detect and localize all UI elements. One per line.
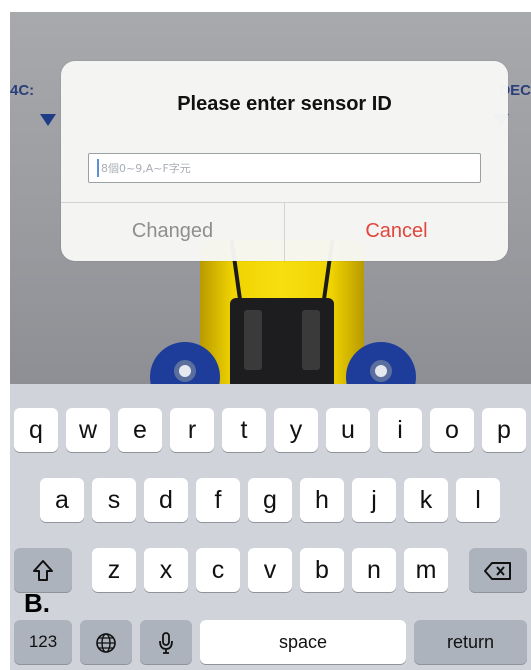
key-k[interactable]: k [404,478,448,522]
key-l[interactable]: l [456,478,500,522]
dialog-title: Please enter sensor ID [177,93,392,115]
key-j[interactable]: j [352,478,396,522]
key-u[interactable]: u [326,408,370,452]
key-g[interactable]: g [248,478,292,522]
key-b[interactable]: b [300,548,344,592]
cancel-button[interactable]: Cancel [285,202,508,261]
key-o[interactable]: o [430,408,474,452]
wheel-hub-icon [174,360,196,382]
backspace-icon [484,561,511,580]
space-key[interactable]: space [200,620,406,664]
key-e[interactable]: e [118,408,162,452]
return-key[interactable]: return [414,620,527,664]
car-cabin [230,298,334,390]
left-arrow-icon [40,114,56,126]
key-a[interactable]: a [40,478,84,522]
key-w[interactable]: w [66,408,110,452]
car-seat [302,310,320,370]
backspace-key[interactable] [469,548,527,592]
microphone-icon [159,631,173,654]
key-d[interactable]: d [144,478,188,522]
key-i[interactable]: i [378,408,422,452]
key-z[interactable]: z [92,548,136,592]
numbers-key[interactable]: 123 [14,620,72,664]
left-sensor-label: 4C: [10,82,35,99]
sensor-id-input[interactable] [88,153,481,183]
changed-button[interactable]: Changed [61,202,284,261]
sensor-id-dialog: Please enter sensor ID Changed Cancel [61,61,508,261]
key-c[interactable]: c [196,548,240,592]
onscreen-keyboard: q w e r t y u i o p a s d f g h j k l z … [10,384,531,670]
car-body [200,240,364,390]
key-y[interactable]: y [274,408,318,452]
key-s[interactable]: s [92,478,136,522]
screen: 4C: DEC Please enter sensor ID Changed C… [10,12,531,670]
figure-annotation-label: B. [24,588,50,618]
dictation-key[interactable] [140,620,192,664]
key-h[interactable]: h [300,478,344,522]
globe-key[interactable] [80,620,132,664]
key-m[interactable]: m [404,548,448,592]
key-n[interactable]: n [352,548,396,592]
key-t[interactable]: t [222,408,266,452]
key-r[interactable]: r [170,408,214,452]
key-x[interactable]: x [144,548,188,592]
car-illustration [150,240,416,412]
key-v[interactable]: v [248,548,292,592]
wheel-hub-icon [370,360,392,382]
key-f[interactable]: f [196,478,240,522]
shift-icon [33,559,53,581]
shift-key[interactable] [14,548,72,592]
text-cursor [97,159,99,177]
car-seat [244,310,262,370]
key-p[interactable]: p [482,408,526,452]
key-q[interactable]: q [14,408,58,452]
globe-icon [96,632,116,653]
